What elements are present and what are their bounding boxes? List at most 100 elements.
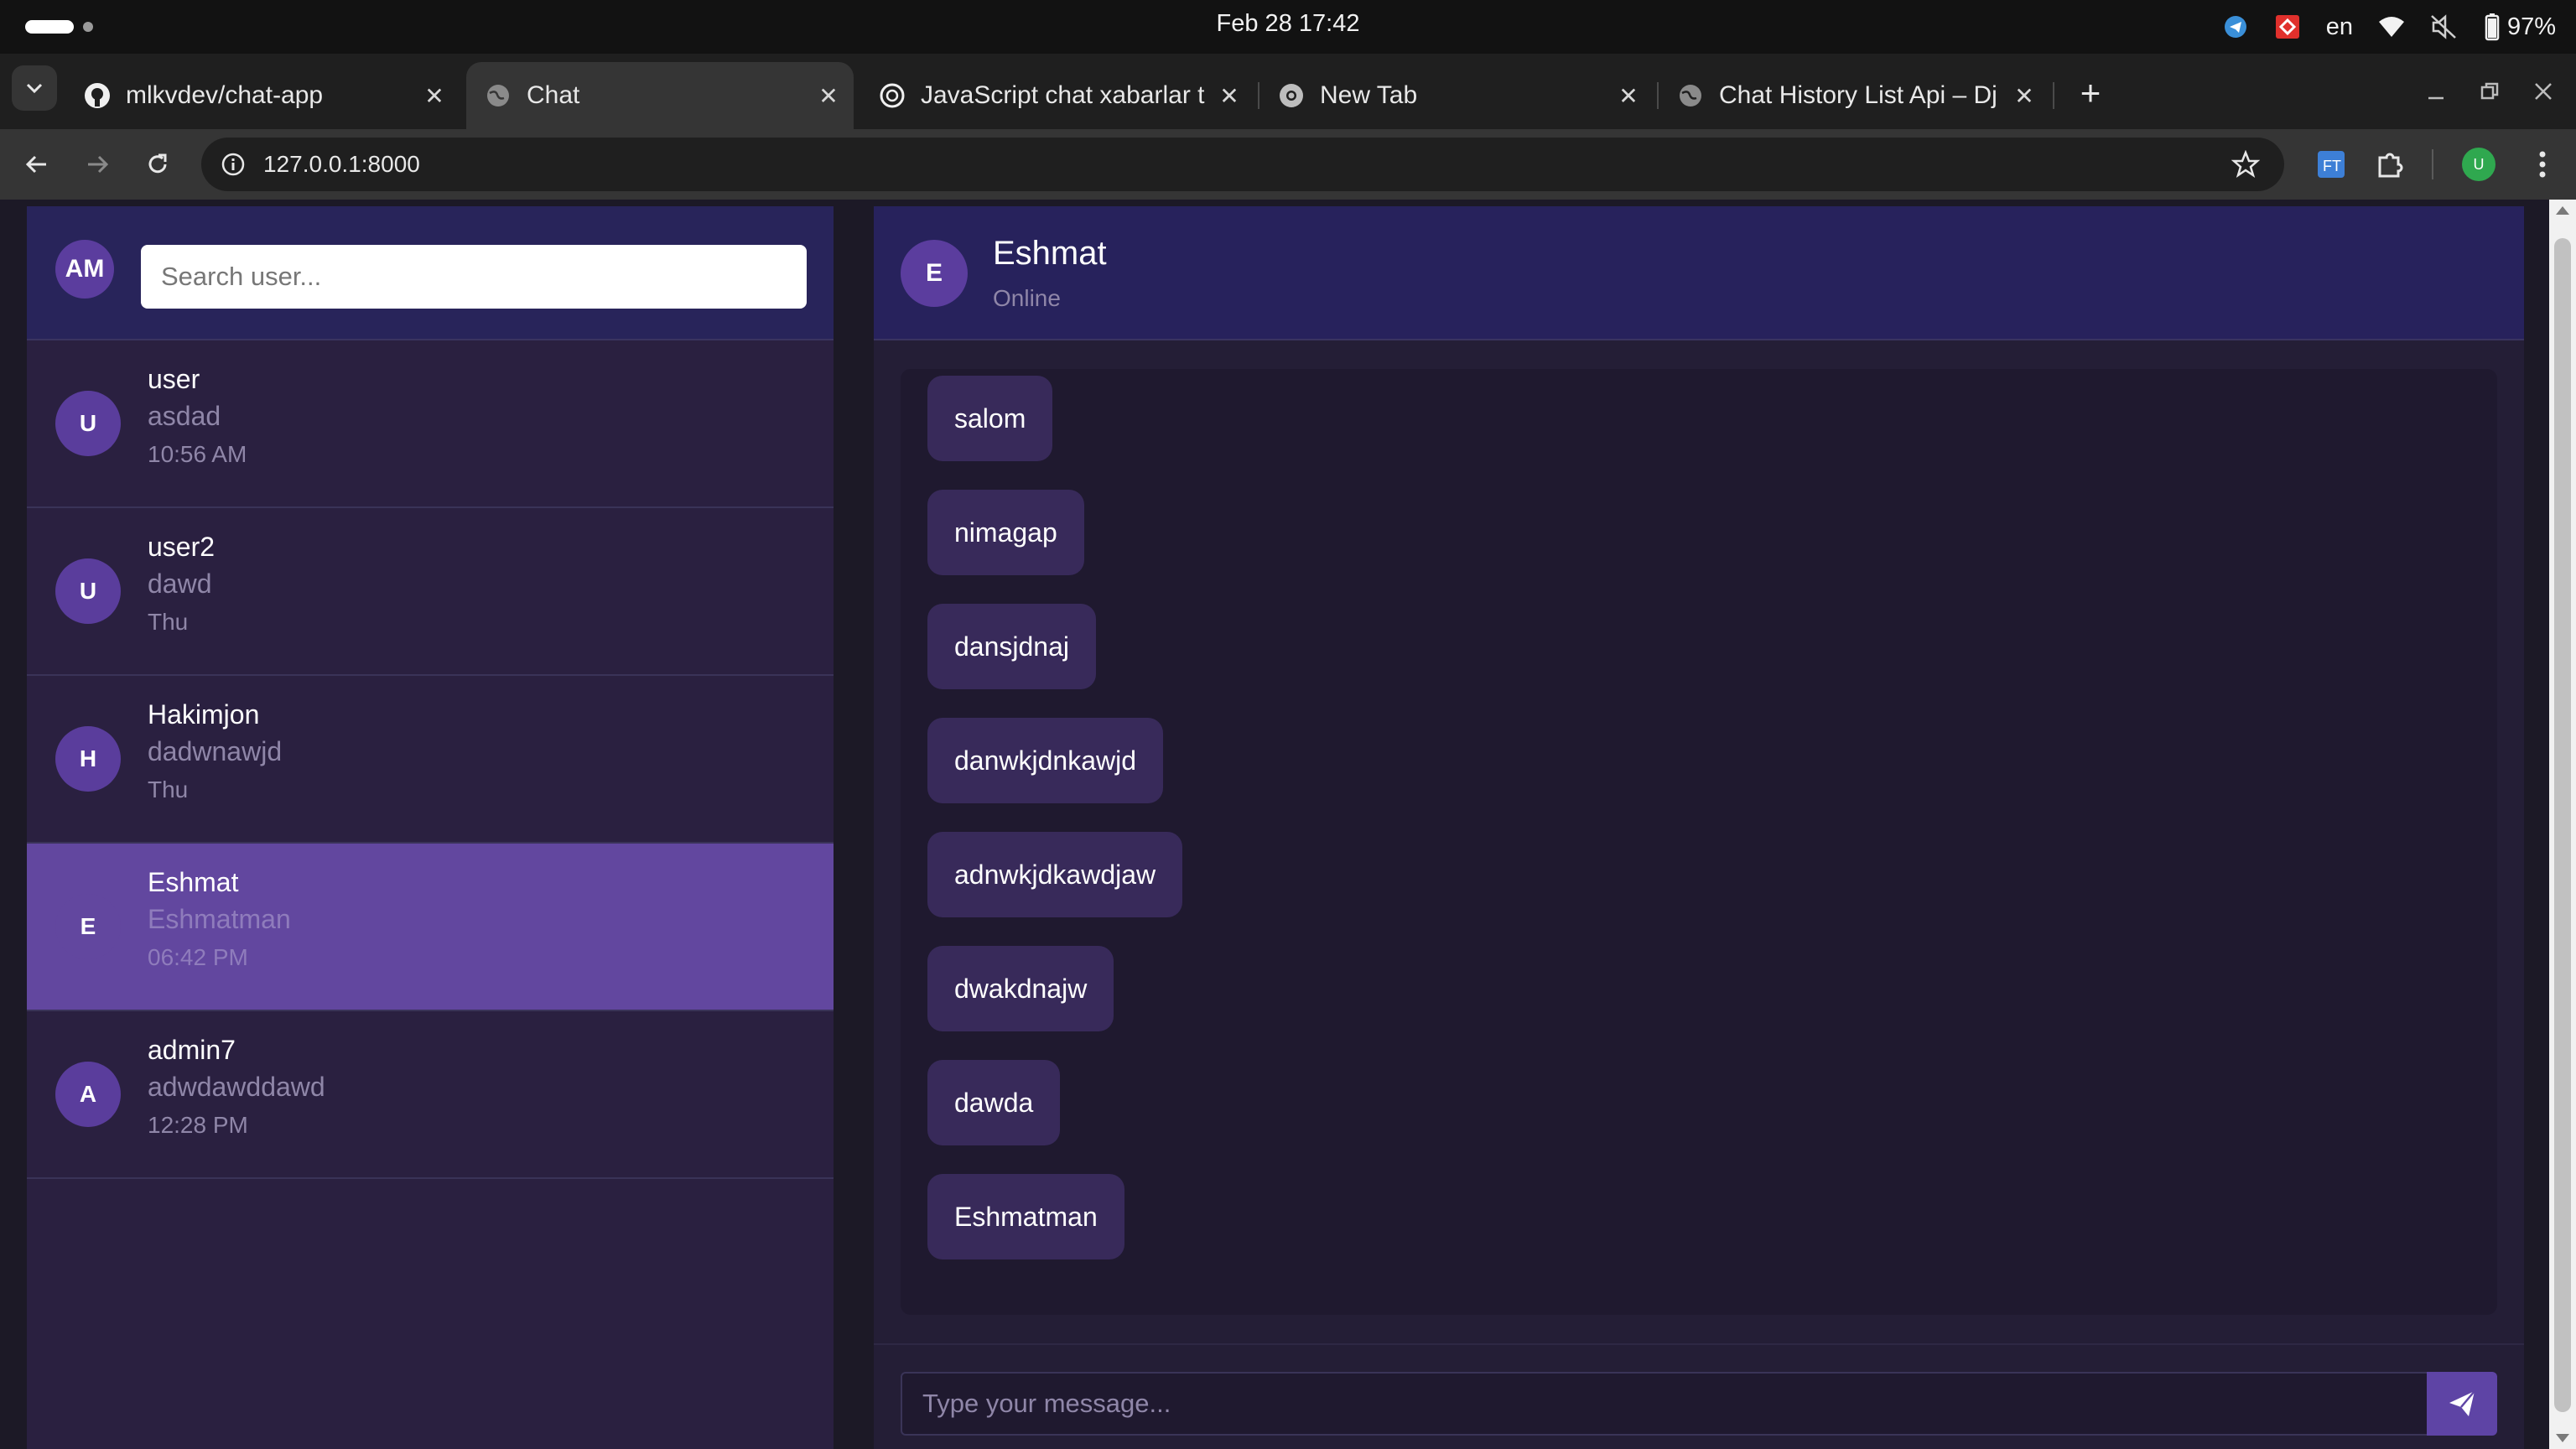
close-tab-icon[interactable]: ✕: [1213, 79, 1246, 112]
message-bubble: nimagap: [927, 490, 1084, 575]
tab-github[interactable]: mlkvdev/chat-app ✕: [65, 62, 460, 129]
contact-last-message: adwdawddawd: [148, 1072, 325, 1102]
message-list[interactable]: salom nimagap dansjdnaj danwkjdnkawjd ad…: [901, 369, 2497, 1315]
more-menu-icon[interactable]: [2521, 143, 2564, 186]
contact-last-message: Eshmatman: [148, 904, 291, 934]
back-button[interactable]: [13, 141, 60, 188]
extensions-puzzle-icon[interactable]: [2368, 143, 2412, 186]
contact-avatar: U: [55, 558, 121, 624]
contact-item-admin7[interactable]: A admin7 adwdawddawd 12:28 PM: [27, 1011, 834, 1179]
contact-last-message: asdad: [148, 401, 221, 431]
search-user-input[interactable]: [141, 245, 807, 309]
contact-name: admin7: [148, 1035, 236, 1065]
tab-chat[interactable]: Chat ✕: [466, 62, 854, 129]
contact-time: Thu: [148, 776, 189, 802]
url-text[interactable]: 127.0.0.1:8000: [263, 151, 420, 178]
contact-time: Thu: [148, 609, 189, 635]
minimize-icon: [2428, 96, 2444, 100]
contact-item-user2[interactable]: U user2 dawd Thu: [27, 508, 834, 676]
tab-title: Chat History List Api – Dj: [1719, 81, 1997, 109]
volume-muted-icon[interactable]: [2430, 13, 2457, 40]
chat-contact-name: Eshmat: [993, 235, 1107, 272]
browser-toolbar: 127.0.0.1:8000 FT U: [0, 129, 2576, 200]
wifi-icon[interactable]: [2378, 13, 2405, 40]
tab-chat-history[interactable]: Chat History List Api – Dj ✕: [1659, 62, 2049, 129]
arrow-right-icon: [88, 155, 109, 174]
battery-icon: [2485, 13, 2500, 41]
message-bubble: adnwkjdkawdjaw: [927, 832, 1183, 917]
battery-indicator[interactable]: 97%: [2482, 13, 2556, 41]
message-bubble: dansjdnaj: [927, 604, 1096, 689]
message-bubble: dawda: [927, 1060, 1061, 1145]
svg-text:FT: FT: [2323, 158, 2341, 174]
contact-last-message: dawd: [148, 569, 212, 599]
bookmark-star-icon[interactable]: [2229, 148, 2262, 181]
toolbar-divider: [2432, 149, 2433, 179]
contact-time: 06:42 PM: [148, 944, 248, 970]
my-avatar[interactable]: AM: [55, 240, 114, 299]
paper-plane-icon: [2449, 1390, 2475, 1416]
address-bar[interactable]: 127.0.0.1:8000: [201, 138, 2284, 191]
reload-icon: [148, 153, 167, 174]
web-page: AM U user asdad 10:56 AM U user2 dawd Th…: [0, 200, 2549, 1449]
tab-title: JavaScript chat xabarlar t: [921, 81, 1205, 109]
contact-item-user[interactable]: U user asdad 10:56 AM: [27, 340, 834, 508]
contact-avatar: E: [55, 894, 121, 959]
tab-title: mlkvdev/chat-app: [126, 81, 324, 109]
tab-separator: [2053, 82, 2054, 109]
contact-item-eshmat[interactable]: E Eshmat Eshmatman 06:42 PM: [27, 844, 834, 1011]
contact-time: 12:28 PM: [148, 1112, 248, 1138]
globe-icon: [1677, 82, 1704, 109]
close-tab-icon[interactable]: ✕: [2007, 79, 2041, 112]
contact-last-message: dadwnawjd: [148, 736, 283, 766]
contact-name: Hakimjon: [148, 699, 260, 730]
scroll-down-arrow-icon[interactable]: [2556, 1434, 2569, 1442]
telegram-tray-icon[interactable]: [2222, 13, 2249, 40]
translate-extension-icon[interactable]: FT: [2311, 144, 2351, 184]
minimize-button[interactable]: [2413, 69, 2459, 114]
contact-name: Eshmat: [148, 867, 239, 897]
tab-new-tab[interactable]: New Tab ✕: [1259, 62, 1654, 129]
chat-header: E Eshmat Online: [874, 206, 2524, 340]
reload-button[interactable]: [134, 141, 181, 188]
close-window-button[interactable]: [2521, 69, 2566, 114]
github-icon: [84, 82, 111, 109]
contact-avatar: U: [55, 391, 121, 456]
tab-title: Chat: [527, 81, 580, 109]
tab-title: New Tab: [1320, 81, 1418, 109]
close-tab-icon[interactable]: ✕: [418, 79, 451, 112]
sidebar-header: AM: [27, 206, 834, 340]
openai-icon: [879, 82, 906, 109]
anydesk-tray-icon[interactable]: [2274, 13, 2301, 40]
page-scrollbar[interactable]: [2549, 200, 2576, 1449]
restore-icon: [2480, 82, 2499, 100]
send-button[interactable]: [2427, 1372, 2497, 1436]
contact-name: user: [148, 364, 200, 394]
workspace-indicator[interactable]: [25, 20, 74, 34]
close-tab-icon[interactable]: ✕: [1612, 79, 1645, 112]
chat-contact-status: Online: [993, 285, 1061, 311]
close-icon: [2535, 83, 2552, 100]
browser-tab-strip: mlkvdev/chat-app ✕ Chat ✕ JavaScript cha…: [0, 54, 2576, 129]
workspace-dot[interactable]: [83, 22, 93, 32]
chat-panel: E Eshmat Online salom nimagap dansjdnaj …: [874, 206, 2524, 1449]
forward-button[interactable]: [74, 141, 121, 188]
os-clock[interactable]: Feb 28 17:42: [1217, 10, 1360, 37]
new-tab-button[interactable]: +: [2070, 72, 2111, 114]
message-input[interactable]: [901, 1372, 2450, 1436]
site-info-icon[interactable]: [216, 148, 250, 181]
tab-chatgpt[interactable]: JavaScript chat xabarlar t ✕: [860, 62, 1254, 129]
restore-button[interactable]: [2467, 69, 2512, 114]
arrow-left-icon: [25, 155, 46, 174]
profile-avatar[interactable]: U: [2462, 148, 2496, 181]
scrollbar-thumb[interactable]: [2554, 238, 2571, 1412]
scroll-up-arrow-icon[interactable]: [2556, 206, 2569, 215]
contact-item-hakimjon[interactable]: H Hakimjon dadwnawjd Thu: [27, 676, 834, 844]
close-tab-icon[interactable]: ✕: [812, 79, 845, 112]
battery-percent: 97%: [2506, 13, 2556, 40]
keyboard-language[interactable]: en: [2326, 13, 2353, 41]
tab-search-button[interactable]: [12, 65, 57, 111]
message-bubble: Eshmatman: [927, 1174, 1124, 1259]
chrome-icon: [1278, 82, 1305, 109]
chat-contact-avatar[interactable]: E: [901, 240, 968, 307]
